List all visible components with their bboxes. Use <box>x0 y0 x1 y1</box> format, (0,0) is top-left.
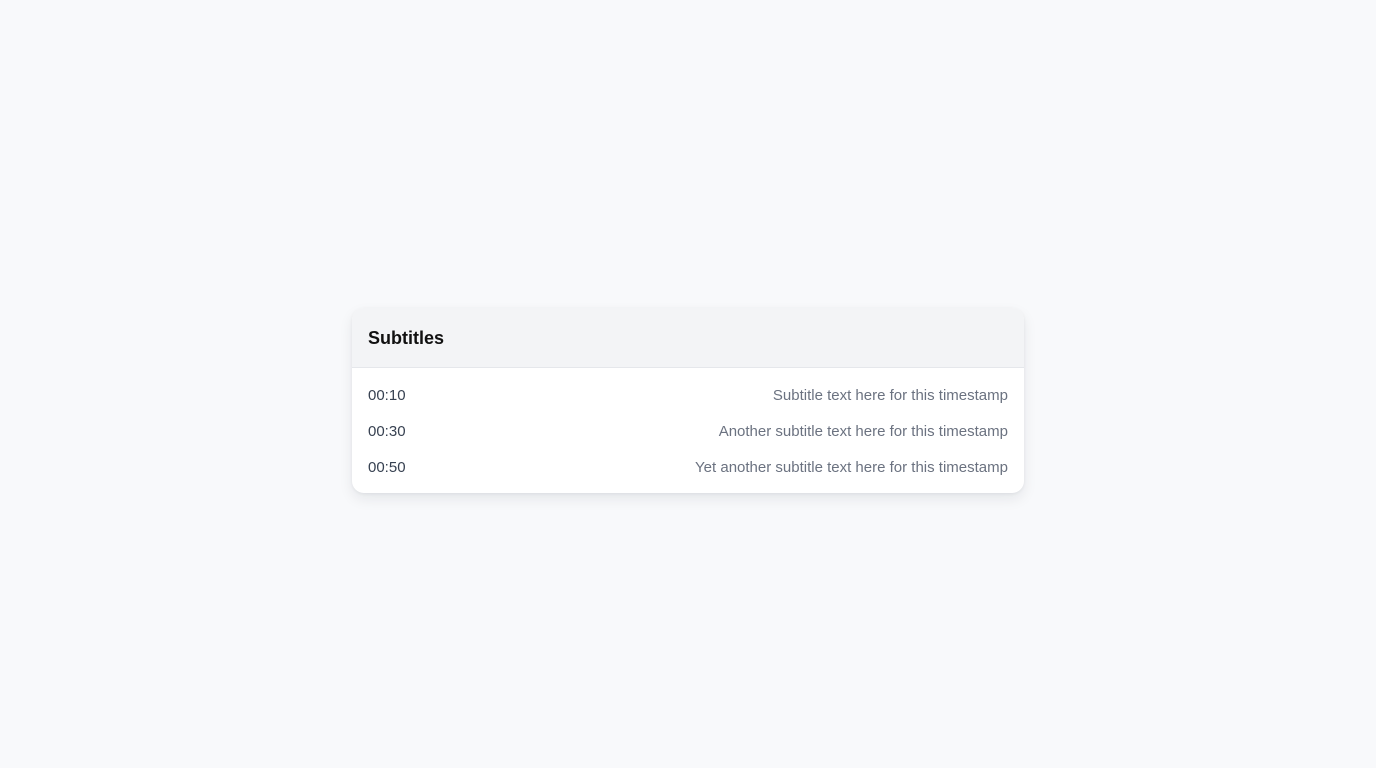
page: Subtitles 00:10 Subtitle text here for t… <box>0 0 1376 768</box>
subtitle-timestamp: 00:50 <box>368 458 406 476</box>
panel-header: Subtitles <box>352 308 1024 368</box>
subtitle-row[interactable]: 00:30 Another subtitle text here for thi… <box>368 413 1008 449</box>
subtitle-row[interactable]: 00:50 Yet another subtitle text here for… <box>368 449 1008 485</box>
subtitle-timestamp: 00:10 <box>368 386 406 404</box>
subtitle-list: 00:10 Subtitle text here for this timest… <box>352 368 1024 493</box>
subtitle-text: Subtitle text here for this timestamp <box>772 386 1008 404</box>
panel-title: Subtitles <box>368 327 445 348</box>
subtitle-timestamp: 00:30 <box>368 422 406 440</box>
subtitle-text: Yet another subtitle text here for this … <box>695 458 1008 476</box>
subtitles-panel: Subtitles 00:10 Subtitle text here for t… <box>352 308 1024 493</box>
subtitle-text: Another subtitle text here for this time… <box>718 422 1008 440</box>
subtitle-row[interactable]: 00:10 Subtitle text here for this timest… <box>368 377 1008 413</box>
